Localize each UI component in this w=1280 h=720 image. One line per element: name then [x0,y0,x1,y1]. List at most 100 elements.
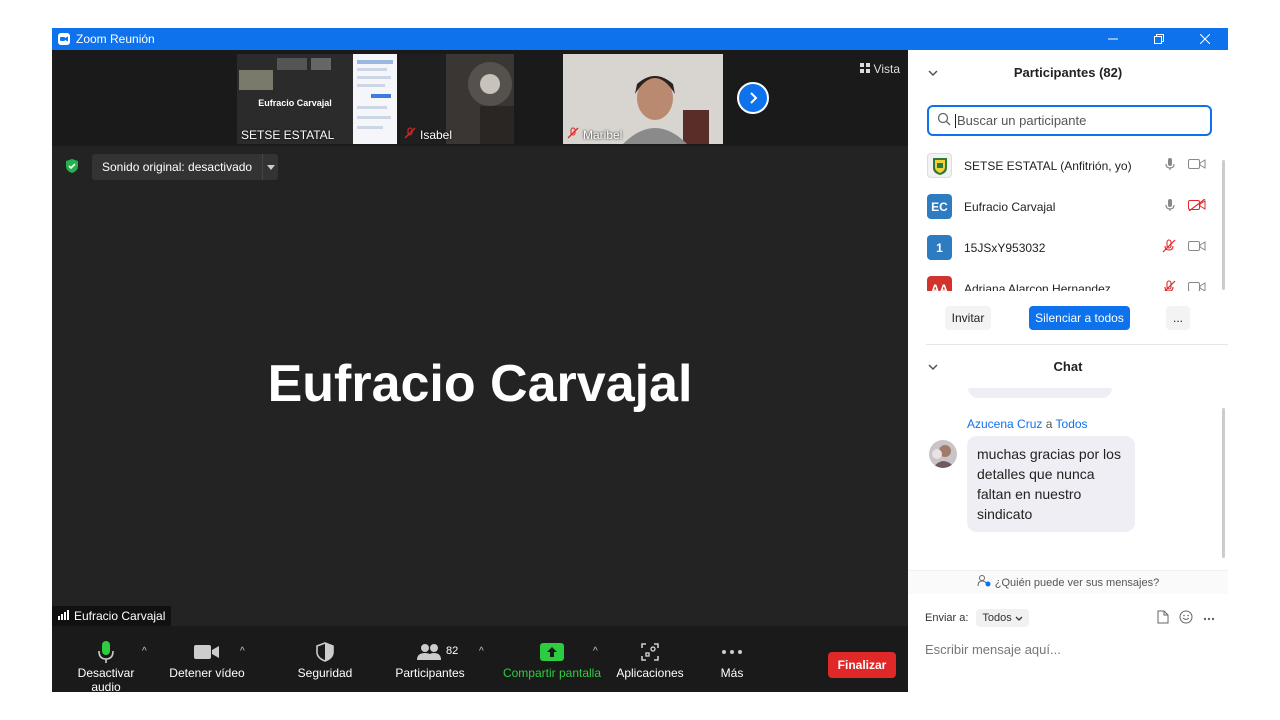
setse-logo-icon [932,157,947,175]
microphone-icon [62,638,150,666]
thumbnail-name-label: Maribel [583,127,623,142]
search-placeholder: Buscar un participante [957,113,1087,128]
sender-name[interactable]: Azucena Cruz [967,417,1042,431]
send-to-row: Enviar a: Todos [925,606,1215,630]
share-screen-button[interactable]: Compartir pantalla [500,638,604,680]
encryption-shield-icon[interactable] [64,158,80,179]
mic-muted-icon [567,127,579,142]
active-speaker-name: Eufracio Carvajal [267,355,693,413]
avatar: 1 [927,235,952,260]
thumbnail-name: SETSE ESTATAL [241,128,334,142]
file-icon[interactable] [1157,610,1169,627]
chat-compose-input[interactable]: Escribir mensaje aquí... [925,642,1061,657]
participant-search-input[interactable]: Buscar un participante [927,105,1212,136]
participants-count-badge: 82 [446,645,459,657]
participant-actions: Invitar Silenciar a todos ... [908,306,1228,330]
mute-all-button[interactable]: Silenciar a todos [1029,306,1130,330]
chat-title: Chat [1053,358,1083,374]
thumbnail-name-label: Isabel [420,127,453,142]
invite-button[interactable]: Invitar [945,306,991,330]
side-panel: Participantes (82) Buscar un participant… [908,50,1228,692]
who-can-see-link[interactable]: ¿Quién puede ver sus mensajes? [908,570,1228,594]
recipient-name[interactable]: Todos [1056,417,1088,431]
participants-scrollbar[interactable] [1222,160,1225,290]
video-camera-icon[interactable] [1188,240,1206,255]
next-page-button[interactable] [737,82,769,114]
video-camera-icon[interactable] [1188,158,1206,173]
thumbnail-isabel[interactable]: Isabel [400,54,514,144]
thumbnail-setse[interactable]: Eufracio Carvajal SETSE ESTATAL [237,54,397,144]
ellipsis-icon[interactable] [1203,612,1215,624]
message-sender-line: Azucena Cruz a Todos [967,417,1088,431]
stop-video-button[interactable]: Detener vídeo [167,638,247,680]
share-screen-label: Compartir pantalla [502,666,602,680]
thumbnail-name: Maribel [567,127,622,142]
shield-icon [292,638,358,666]
participant-row[interactable]: AA Adriana Alarcon Hernandez [908,268,1228,291]
avatar: AA [927,276,952,291]
thumbnail-share-title: Eufracio Carvajal [258,98,332,108]
end-meeting-button[interactable]: Finalizar [828,652,896,678]
original-sound-toggle[interactable]: Sonido original: desactivado [92,154,279,180]
send-to-label: Enviar a: [925,612,969,624]
participant-row[interactable]: SETSE ESTATAL (Anfitrión, yo) [908,145,1228,186]
audio-options-caret[interactable]: ^ [142,646,147,657]
avatar [927,153,952,178]
participant-name: 15JSxY953032 [964,240,1046,255]
chevron-right-icon [750,92,758,104]
zoom-logo-icon [58,33,70,45]
participant-name: SETSE ESTATAL (Anfitrión, yo) [964,158,1132,173]
mute-audio-button[interactable]: Desactivar audio [62,638,150,694]
video-options-caret[interactable]: ^ [240,646,245,657]
share-screen-icon [500,638,604,666]
more-button[interactable]: Más [707,638,757,680]
share-options-caret[interactable]: ^ [593,646,598,657]
text-cursor [955,113,956,128]
chevron-down-icon [1015,612,1023,624]
participant-name: Adriana Alarcon Hernandez [964,281,1111,292]
previous-message-bubble [968,388,1112,398]
mic-muted-icon[interactable] [1162,280,1176,291]
video-off-icon[interactable] [1188,198,1206,214]
apps-button[interactable]: Aplicaciones [615,638,685,680]
participants-label: Participantes [395,666,465,680]
sender-to-word: a [1045,417,1053,431]
participant-row[interactable]: 1 15JSxY953032 [908,227,1228,268]
participants-more-button[interactable]: ... [1166,306,1190,330]
chat-header: Chat [908,346,1228,386]
window-title: Zoom Reunión [76,32,155,46]
thumbnail-name-label: SETSE ESTATAL [241,128,335,142]
apps-label: Aplicaciones [616,666,684,680]
minimize-button[interactable] [1090,28,1136,50]
chat-message-bubble: muchas gracias por los detalles que nunc… [967,436,1135,532]
close-button[interactable] [1182,28,1228,50]
thumbnail-name: Isabel [404,127,452,142]
mute-audio-label: Desactivar audio [77,666,135,694]
microphone-icon[interactable] [1164,157,1176,174]
participant-row[interactable]: EC Eufracio Carvajal [908,186,1228,227]
chevron-down-icon[interactable] [262,154,278,180]
emoji-icon[interactable] [1179,610,1193,627]
thumbnail-maribel[interactable]: Maribel [563,54,723,144]
mic-muted-icon [404,127,416,142]
video-camera-icon[interactable] [1188,281,1206,291]
panel-divider [926,344,1228,345]
mic-muted-icon[interactable] [1162,239,1176,256]
restore-button[interactable] [1136,28,1182,50]
video-area: Eufracio Carvajal SETSE ESTATAL Isabel M… [52,50,908,694]
recipient-select[interactable]: Todos [976,609,1029,627]
apps-icon [615,638,685,666]
microphone-icon[interactable] [1164,198,1176,215]
chevron-down-icon[interactable] [928,359,938,373]
chevron-down-icon[interactable] [928,65,938,79]
participant-name: Eufracio Carvajal [964,199,1056,214]
grid-icon [859,62,870,76]
view-button[interactable]: Vista [859,62,900,76]
meeting-toolbar: Desactivar audio ^ Detener vídeo ^ Segur… [52,626,908,694]
security-button[interactable]: Seguridad [292,638,358,680]
chat-messages: Azucena Cruz a Todos muchas gracias por … [908,388,1228,546]
person-lock-icon [977,575,991,590]
participants-options-caret[interactable]: ^ [479,646,484,657]
stop-video-label: Detener vídeo [169,666,245,680]
chat-scrollbar[interactable] [1222,408,1225,558]
